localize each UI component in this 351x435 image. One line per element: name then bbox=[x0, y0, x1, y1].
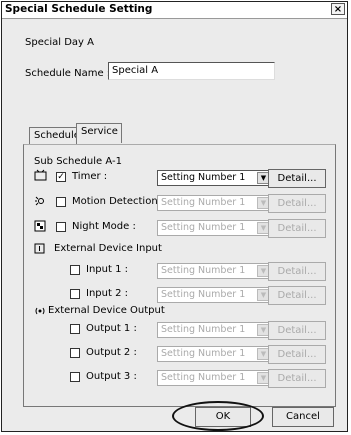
cancel-button[interactable]: Cancel bbox=[272, 407, 334, 427]
night-mode-label: Night Mode : bbox=[72, 221, 136, 232]
output-icon bbox=[34, 305, 46, 320]
schedule-name-label: Schedule Name : bbox=[25, 68, 111, 79]
input-2-select[interactable]: Setting Number 1 ▼ bbox=[157, 287, 272, 303]
timer-detail-button[interactable]: Detail... bbox=[268, 169, 326, 188]
ok-button[interactable]: OK bbox=[195, 407, 251, 427]
sub-schedule-title: Sub Schedule A-1 bbox=[34, 156, 122, 167]
schedule-name-input[interactable]: Special A bbox=[108, 62, 275, 80]
output-3-detail-button[interactable]: Detail... bbox=[268, 369, 326, 388]
output-3-label: Output 3 : bbox=[86, 371, 137, 382]
night-mode-detail-button[interactable]: Detail... bbox=[268, 219, 326, 238]
output-1-select-value: Setting Number 1 bbox=[161, 324, 246, 335]
output-3-checkbox[interactable] bbox=[70, 372, 80, 382]
input-1-checkbox[interactable] bbox=[70, 265, 80, 275]
timer-checkbox[interactable]: ✓ bbox=[56, 172, 66, 182]
motion-checkbox[interactable] bbox=[56, 197, 66, 207]
output-1-select[interactable]: Setting Number 1 ▼ bbox=[157, 322, 272, 338]
output-1-checkbox[interactable] bbox=[70, 324, 80, 334]
tab-schedule[interactable]: Schedule bbox=[29, 127, 80, 144]
night-mode-checkbox[interactable] bbox=[56, 222, 66, 232]
output-1-label: Output 1 : bbox=[86, 323, 137, 334]
input-1-select[interactable]: Setting Number 1 ▼ bbox=[157, 263, 272, 279]
motion-label: Motion Detection : bbox=[72, 196, 165, 207]
external-input-title: External Device Input bbox=[54, 243, 162, 254]
special-day-label: Special Day A bbox=[25, 37, 94, 48]
input-icon bbox=[34, 243, 46, 258]
input-2-label: Input 2 : bbox=[86, 288, 128, 299]
motion-select[interactable]: Setting Number 1 ▼ bbox=[157, 195, 272, 211]
night-mode-select-value: Setting Number 1 bbox=[161, 222, 246, 233]
dialog-window: Special Schedule Setting × Special Day A… bbox=[1, 1, 348, 432]
timer-select[interactable]: Setting Number 1 ▼ bbox=[157, 170, 272, 186]
timer-select-value: Setting Number 1 bbox=[161, 172, 246, 183]
output-1-detail-button[interactable]: Detail... bbox=[268, 321, 326, 340]
motion-detail-button[interactable]: Detail... bbox=[268, 194, 326, 213]
timer-icon bbox=[34, 169, 47, 184]
tab-service[interactable]: Service bbox=[76, 123, 122, 143]
output-2-detail-button[interactable]: Detail... bbox=[268, 345, 326, 364]
input-2-detail-button[interactable]: Detail... bbox=[268, 286, 326, 305]
output-2-checkbox[interactable] bbox=[70, 348, 80, 358]
input-2-checkbox[interactable] bbox=[70, 289, 80, 299]
close-button[interactable]: × bbox=[331, 3, 345, 15]
output-2-select[interactable]: Setting Number 1 ▼ bbox=[157, 346, 272, 362]
output-2-select-value: Setting Number 1 bbox=[161, 348, 246, 359]
output-3-select-value: Setting Number 1 bbox=[161, 372, 246, 383]
service-panel: Sub Schedule A-1 ✓ Timer : Setting Numbe… bbox=[23, 144, 336, 407]
motion-select-value: Setting Number 1 bbox=[161, 197, 246, 208]
output-2-label: Output 2 : bbox=[86, 347, 137, 358]
input-1-select-value: Setting Number 1 bbox=[161, 265, 246, 276]
output-3-select[interactable]: Setting Number 1 ▼ bbox=[157, 370, 272, 386]
timer-label: Timer : bbox=[72, 171, 108, 182]
external-output-title: External Device Output bbox=[48, 305, 165, 316]
input-2-select-value: Setting Number 1 bbox=[161, 289, 246, 300]
motion-icon bbox=[34, 195, 47, 210]
title-bar: Special Schedule Setting × bbox=[2, 2, 347, 19]
window-title: Special Schedule Setting bbox=[5, 3, 153, 15]
night-mode-icon bbox=[34, 220, 47, 235]
input-1-detail-button[interactable]: Detail... bbox=[268, 262, 326, 281]
input-1-label: Input 1 : bbox=[86, 264, 128, 275]
night-mode-select[interactable]: Setting Number 1 ▼ bbox=[157, 220, 272, 236]
